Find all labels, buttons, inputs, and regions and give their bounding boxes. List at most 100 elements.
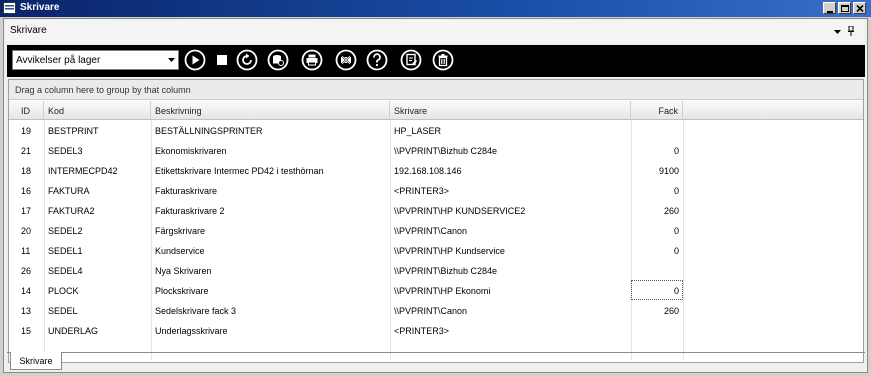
maximize-button[interactable] (838, 2, 851, 14)
cell-id[interactable]: 11 (17, 240, 44, 260)
cell-beskrivning[interactable]: BESTÄLLNINGSPRINTER (151, 120, 390, 140)
cell-kod[interactable]: SEDEL1 (44, 240, 151, 260)
window-title: Skrivare (20, 2, 60, 13)
column-header-skrivare[interactable]: Skrivare (390, 101, 631, 120)
cell-skrivare[interactable]: HP_LASER (390, 120, 631, 140)
cell-id[interactable]: 15 (17, 320, 44, 340)
table-row[interactable]: 14 PLOCK Plockskrivare \\PVPRINT\HP Ekonomi… (9, 280, 863, 300)
filter-select[interactable]: Avvikelser på lager (12, 50, 179, 70)
table-row[interactable]: 26 SEDEL4 Nya Skrivaren \\PVPRINT\Bizhub C2… (9, 260, 863, 280)
play-icon (184, 49, 206, 71)
table-row[interactable]: 19 BESTPRINT BESTÄLLNINGSPRINTER HP_LASER (9, 120, 863, 140)
cell-id[interactable]: 21 (17, 140, 44, 160)
cell-beskrivning[interactable]: Plockskrivare (151, 280, 390, 300)
cell-id[interactable]: 20 (17, 220, 44, 240)
cancel-print-button[interactable] (335, 49, 357, 71)
tab-strip: Skrivare (7, 352, 865, 372)
cell-kod[interactable]: FAKTURA2 (44, 200, 151, 220)
column-header-fack[interactable]: Fack (631, 101, 683, 120)
cell-beskrivning[interactable]: Nya Skrivaren (151, 260, 390, 280)
cell-id[interactable]: 16 (17, 180, 44, 200)
table-row[interactable]: 11 SEDEL1 Kundservice \\PVPRINT\HP Kundserv… (9, 240, 863, 260)
table-row[interactable]: 20 SEDEL2 Färgskrivare \\PVPRINT\Canon 0 (9, 220, 863, 240)
cell-fack[interactable] (631, 120, 683, 140)
cell-fack[interactable]: 9100 (631, 160, 683, 180)
cell-kod[interactable]: INTERMECPD42 (44, 160, 151, 180)
app-icon (3, 2, 16, 14)
cell-beskrivning[interactable]: Färgskrivare (151, 220, 390, 240)
column-header-id[interactable]: ID (17, 101, 44, 120)
cell-skrivare[interactable]: \\PVPRINT\HP Kundservice (390, 240, 631, 260)
cell-skrivare[interactable]: \\PVPRINT\Bizhub C284e (390, 140, 631, 160)
cell-skrivare[interactable]: \\PVPRINT\HP Ekonomi (390, 280, 631, 300)
filter-select-value: Avvikelser på lager (16, 55, 101, 66)
cell-skrivare[interactable]: \\PVPRINT\Canon (390, 300, 631, 320)
cell-beskrivning[interactable]: Fakturaskrivare (151, 180, 390, 200)
cell-id[interactable]: 14 (17, 280, 44, 300)
cell-fack[interactable]: 0 (631, 180, 683, 200)
column-header-beskrivning[interactable]: Beskrivning (151, 101, 390, 120)
stop-button[interactable] (211, 49, 233, 71)
cell-id[interactable]: 19 (17, 120, 44, 140)
database-settings-button[interactable] (267, 49, 289, 71)
edit-document-icon (400, 49, 422, 71)
cell-skrivare[interactable]: <PRINTER3> (390, 180, 631, 200)
group-by-panel[interactable]: Drag a column here to group by that colu… (9, 80, 863, 100)
print-button[interactable] (301, 49, 323, 71)
cell-beskrivning[interactable]: Etikettskrivare Intermec PD42 i testhörn… (151, 160, 390, 180)
cell-fack[interactable]: 0 (631, 140, 683, 160)
cell-skrivare[interactable]: \\PVPRINT\Bizhub C284e (390, 260, 631, 280)
help-button[interactable] (366, 49, 388, 71)
cell-fack[interactable]: 260 (631, 300, 683, 320)
cell-kod[interactable]: SEDEL4 (44, 260, 151, 280)
table-row[interactable]: 15 UNDERLAG Underlagsskrivare <PRINTER3> (9, 320, 863, 340)
cell-fack[interactable]: 0 (631, 220, 683, 240)
cell-skrivare[interactable]: 192.168.108.146 (390, 160, 631, 180)
minimize-button[interactable] (823, 2, 836, 14)
delete-button[interactable] (432, 49, 454, 71)
cell-fack[interactable] (631, 260, 683, 280)
table-row[interactable]: 16 FAKTURA Fakturaskrivare <PRINTER3> 0 (9, 180, 863, 200)
cell-beskrivning[interactable]: Kundservice (151, 240, 390, 260)
cell-beskrivning[interactable]: Sedelskrivare fack 3 (151, 300, 390, 320)
minimize-icon (827, 11, 833, 13)
cell-kod[interactable]: BESTPRINT (44, 120, 151, 140)
focused-cell[interactable] (631, 280, 683, 300)
cell-beskrivning[interactable]: Underlagsskrivare (151, 320, 390, 340)
cell-kod[interactable]: SEDEL2 (44, 220, 151, 240)
cell-skrivare[interactable]: <PRINTER3> (390, 320, 631, 340)
cell-id[interactable]: 26 (17, 260, 44, 280)
chevron-down-icon[interactable] (834, 30, 841, 34)
cell-beskrivning[interactable]: Fakturaskrivare 2 (151, 200, 390, 220)
cell-fack[interactable]: 0 (631, 240, 683, 260)
cell-beskrivning[interactable]: Ekonomiskrivaren (151, 140, 390, 160)
toolbar: Avvikelser på lager (7, 45, 865, 77)
pin-icon[interactable] (848, 26, 854, 36)
print-icon (301, 49, 323, 71)
close-button[interactable] (853, 2, 866, 14)
cell-kod[interactable]: SEDEL3 (44, 140, 151, 160)
tab-skrivare[interactable]: Skrivare (10, 352, 62, 370)
cell-id[interactable]: 17 (17, 200, 44, 220)
cell-kod[interactable]: UNDERLAG (44, 320, 151, 340)
table-row[interactable]: 13 SEDEL Sedelskrivare fack 3 \\PVPRINT\Can… (9, 300, 863, 320)
table-row[interactable]: 18 INTERMECPD42 Etikettskrivare Intermec P… (9, 160, 863, 180)
cell-fack[interactable] (631, 320, 683, 340)
help-icon (366, 49, 388, 71)
cell-id[interactable]: 18 (17, 160, 44, 180)
run-button[interactable] (184, 49, 206, 71)
edit-document-button[interactable] (400, 49, 422, 71)
cell-id[interactable]: 13 (17, 300, 44, 320)
refresh-button[interactable] (236, 49, 258, 71)
refresh-icon (236, 49, 258, 71)
cell-fack[interactable]: 260 (631, 200, 683, 220)
stop-icon (217, 55, 227, 65)
cell-kod[interactable]: SEDEL (44, 300, 151, 320)
table-row[interactable]: 21 SEDEL3 Ekonomiskrivaren \\PVPRINT\Bizhub… (9, 140, 863, 160)
cell-kod[interactable]: FAKTURA (44, 180, 151, 200)
cell-kod[interactable]: PLOCK (44, 280, 151, 300)
table-row[interactable]: 17 FAKTURA2 Fakturaskrivare 2 \\PVPRINT\HP … (9, 200, 863, 220)
cell-skrivare[interactable]: \\PVPRINT\HP KUNDSERVICE2 (390, 200, 631, 220)
column-header-kod[interactable]: Kod (44, 101, 151, 120)
cell-skrivare[interactable]: \\PVPRINT\Canon (390, 220, 631, 240)
